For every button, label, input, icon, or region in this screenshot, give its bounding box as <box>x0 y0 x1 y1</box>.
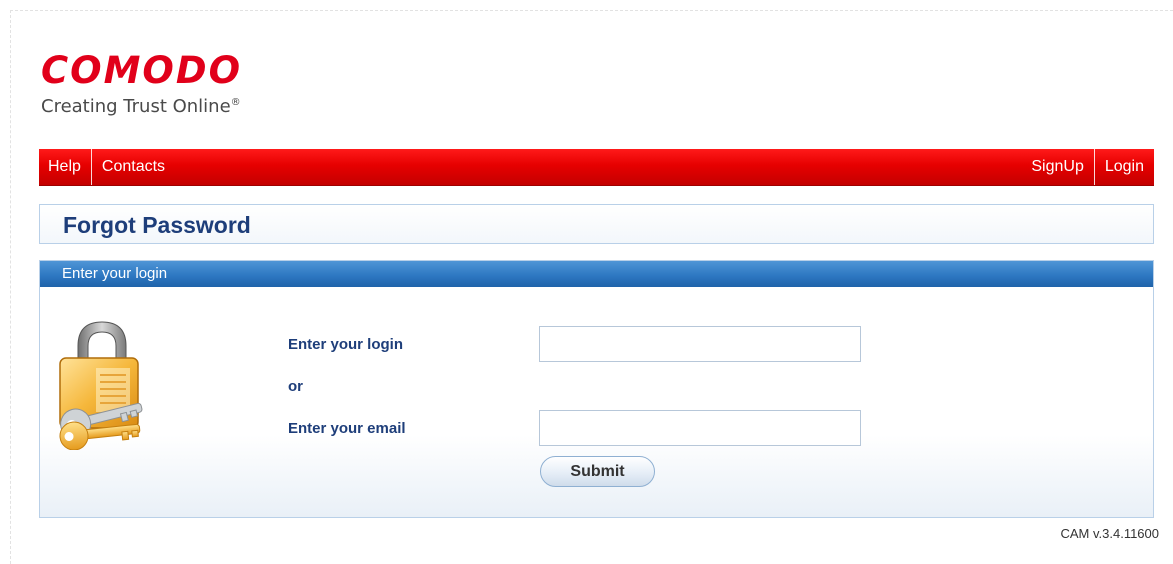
nav-help-link[interactable]: Help <box>39 154 91 180</box>
page-title: Forgot Password <box>63 212 251 238</box>
nav-divider <box>1093 149 1095 185</box>
nav-contacts-link[interactable]: Contacts <box>92 154 175 180</box>
nav-signup-link[interactable]: SignUp <box>1021 154 1093 180</box>
nav-divider <box>90 149 92 185</box>
or-label: or <box>288 378 303 395</box>
panel-header: Enter your login <box>40 261 1153 287</box>
email-input[interactable] <box>539 410 861 446</box>
panel-header-title: Enter your login <box>62 265 168 282</box>
logo-tagline-text: Creating Trust Online <box>41 96 231 117</box>
login-label: Enter your login <box>288 336 404 353</box>
page-title-bar: Forgot Password <box>39 204 1154 244</box>
padlock-with-key-icon <box>59 321 143 450</box>
logo-wordmark: COMODO <box>41 49 243 92</box>
nav-right-group: SignUp Login <box>1021 149 1154 185</box>
email-label: Enter your email <box>288 420 406 437</box>
main-nav-bar: Help Contacts SignUp Login <box>39 149 1154 186</box>
registered-mark: ® <box>230 97 241 108</box>
comodo-logo: COMODO Creating Trust Online® <box>41 52 242 118</box>
logo-tagline: Creating Trust Online® <box>41 92 242 118</box>
login-input[interactable] <box>539 326 861 362</box>
version-label: CAM v.3.4.11600 <box>1060 526 1159 541</box>
nav-left-group: Help Contacts <box>39 149 175 185</box>
forgot-password-panel: Enter your login Enter your login or Ent… <box>39 260 1154 518</box>
nav-login-link[interactable]: Login <box>1095 154 1154 180</box>
submit-button[interactable]: Submit <box>540 456 655 487</box>
